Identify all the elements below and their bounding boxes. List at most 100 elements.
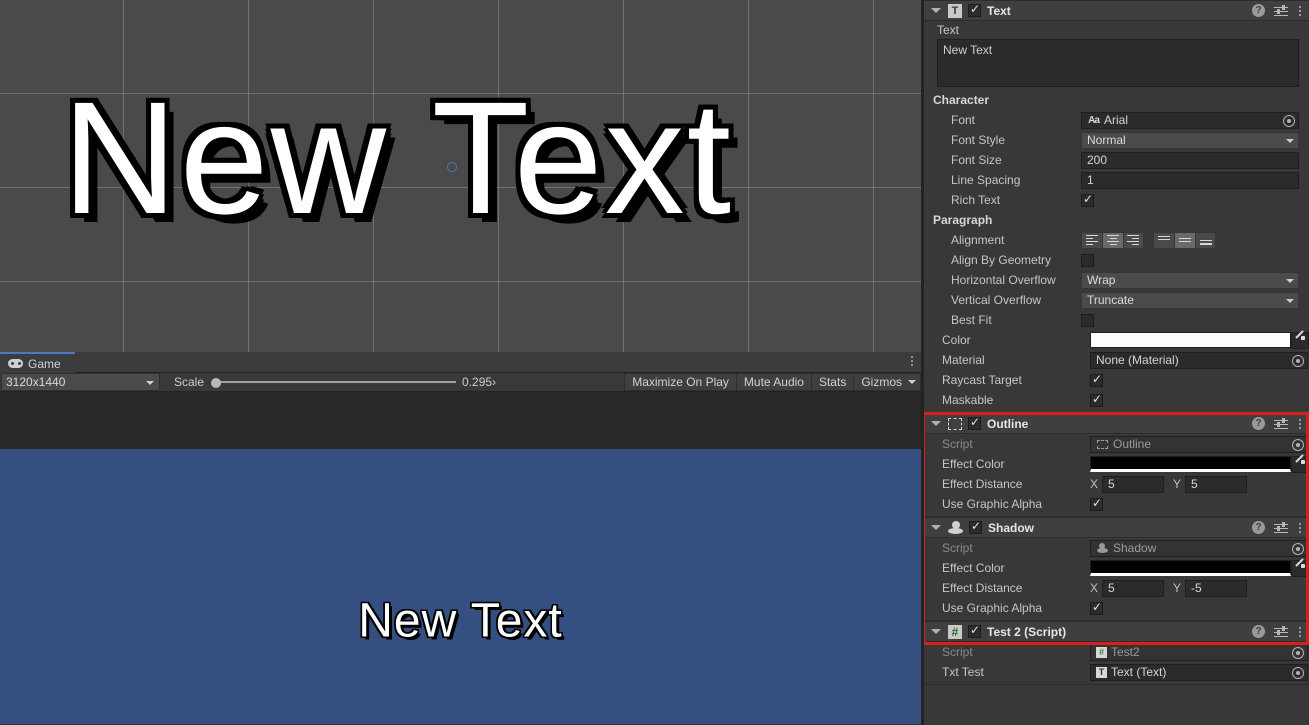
gizmos-button[interactable]: Gizmos (853, 373, 921, 391)
outline-distance-y-input[interactable]: 5 (1185, 475, 1248, 493)
preset-icon[interactable] (1274, 625, 1288, 638)
align-center-button[interactable] (1102, 231, 1123, 249)
outline-square-icon (948, 417, 962, 430)
component-header-test2[interactable]: # Test 2 (Script) ? (924, 621, 1309, 642)
scene-text-object[interactable]: New Text (62, 78, 733, 238)
eyedropper-icon[interactable] (1291, 331, 1309, 349)
outline-effect-distance-x: X 5 (1090, 475, 1165, 493)
outline-component-enabled-checkbox[interactable] (968, 415, 981, 430)
preset-icon[interactable] (1274, 521, 1288, 534)
font-size-label: Font Size (951, 153, 1002, 167)
component-menu-icon[interactable] (1297, 626, 1303, 637)
game-panel-menu-icon[interactable] (911, 356, 913, 366)
row-outline-effect-color: Effect Color (924, 454, 1309, 474)
text-value-textarea[interactable]: New Text (937, 39, 1299, 87)
raycast-target-checkbox[interactable] (1090, 372, 1103, 387)
preset-icon[interactable] (1274, 417, 1288, 430)
game-panel: Game 3120x1440 Scale 0.295› Maximize On … (0, 352, 921, 725)
component-header-text[interactable]: T Text ? (924, 0, 1309, 21)
shadow-component-enabled-checkbox[interactable] (969, 519, 982, 534)
object-picker-icon[interactable] (1292, 666, 1304, 679)
eyedropper-icon[interactable] (1291, 559, 1309, 577)
shadow-use-graphic-alpha-checkbox[interactable] (1090, 600, 1103, 615)
shadow-script-label: Script (942, 541, 973, 555)
foldout-arrow-icon[interactable] (931, 8, 941, 13)
maximize-on-play-button[interactable]: Maximize On Play (624, 373, 736, 391)
shadow-effect-color-swatch[interactable] (1089, 560, 1292, 576)
alignment-horizontal-group (1081, 231, 1144, 249)
preset-icon[interactable] (1274, 4, 1288, 17)
shadow-distance-x-input[interactable]: 5 (1102, 579, 1165, 597)
vertical-overflow-dropdown[interactable]: Truncate (1081, 291, 1299, 309)
component-menu-icon[interactable] (1297, 522, 1303, 533)
scale-control: Scale 0.295› (174, 373, 496, 391)
object-picker-icon (1292, 646, 1304, 659)
outline-use-graphic-alpha-checkbox[interactable] (1090, 496, 1103, 511)
text-color-swatch[interactable] (1089, 332, 1292, 348)
material-object-field[interactable]: None (Material) (1090, 351, 1308, 369)
txt-test-object-field[interactable]: T Text (Text) (1090, 663, 1308, 681)
rich-text-label: Rich Text (951, 193, 1001, 207)
scale-slider-knob[interactable] (211, 378, 222, 388)
line-spacing-input[interactable]: 1 (1081, 171, 1299, 189)
align-top-button[interactable] (1153, 231, 1174, 249)
foldout-arrow-icon[interactable] (931, 525, 941, 530)
component-menu-icon[interactable] (1297, 418, 1303, 429)
tab-game[interactable]: Game (0, 352, 75, 373)
vertical-overflow-label: Vertical Overflow (951, 293, 1042, 307)
font-object-field[interactable]: Aa Arial (1081, 111, 1299, 129)
align-right-button[interactable] (1123, 231, 1144, 249)
row-outline-use-graphic-alpha: Use Graphic Alpha (924, 494, 1309, 514)
scene-view[interactable]: New Text (0, 0, 921, 352)
component-header-outline[interactable]: Outline ? (924, 413, 1309, 434)
font-style-value: Normal (1087, 133, 1126, 147)
game-render-area[interactable]: New Text (0, 449, 921, 724)
resolution-dropdown[interactable]: 3120x1440 (1, 373, 160, 391)
help-icon[interactable]: ? (1252, 521, 1265, 534)
foldout-arrow-icon[interactable] (931, 421, 941, 426)
outline-distance-x-input[interactable]: 5 (1102, 475, 1165, 493)
horizontal-overflow-dropdown[interactable]: Wrap (1081, 271, 1299, 289)
shadow-effect-color-label: Effect Color (942, 561, 1005, 575)
font-style-dropdown[interactable]: Normal (1081, 131, 1299, 149)
help-icon[interactable]: ? (1252, 4, 1265, 17)
shadow-distance-y-input[interactable]: -5 (1185, 579, 1248, 597)
stats-button[interactable]: Stats (810, 373, 854, 391)
maskable-checkbox[interactable] (1090, 392, 1103, 407)
align-bottom-button[interactable] (1195, 231, 1216, 249)
help-icon[interactable]: ? (1252, 417, 1265, 430)
txt-test-label: Txt Test (942, 665, 984, 679)
align-middle-button[interactable] (1174, 231, 1195, 249)
help-icon[interactable]: ? (1252, 625, 1265, 638)
component-header-shadow[interactable]: Shadow ? (924, 517, 1309, 538)
shadow-effect-distance-x: X 5 (1090, 579, 1165, 597)
font-size-input[interactable]: 200 (1081, 151, 1299, 169)
best-fit-checkbox[interactable] (1081, 313, 1094, 327)
eyedropper-icon[interactable] (1291, 455, 1309, 473)
text-T-icon: T (948, 3, 962, 18)
object-picker-icon[interactable] (1283, 114, 1295, 127)
mute-audio-button[interactable]: Mute Audio (735, 373, 811, 391)
test2-component-enabled-checkbox[interactable] (968, 623, 981, 638)
outline-effect-color-swatch[interactable] (1089, 456, 1292, 472)
row-font: Font Aa Arial (924, 110, 1309, 130)
align-left-button[interactable] (1081, 231, 1102, 249)
text-component-enabled-checkbox[interactable] (968, 2, 981, 17)
scale-slider[interactable] (210, 373, 457, 391)
scale-slider-rail (218, 381, 457, 383)
row-rich-text: Rich Text (924, 190, 1309, 210)
chevron-down-icon[interactable] (908, 380, 916, 384)
align-by-geometry-checkbox[interactable] (1081, 253, 1094, 267)
resolution-value: 3120x1440 (6, 375, 66, 389)
component-menu-icon[interactable] (1297, 5, 1303, 16)
txt-test-value: Text (Text) (1111, 665, 1167, 679)
rich-text-checkbox[interactable] (1081, 192, 1094, 207)
outline-use-graphic-alpha-label: Use Graphic Alpha (942, 497, 1043, 511)
color-label: Color (942, 333, 971, 347)
object-picker-icon[interactable] (1292, 354, 1304, 367)
shadow-sphere-icon (948, 520, 963, 535)
foldout-arrow-icon[interactable] (931, 629, 941, 634)
tab-game-label: Game (28, 356, 61, 371)
pivot-handle-icon[interactable] (447, 162, 457, 172)
gamepad-icon (8, 359, 23, 368)
